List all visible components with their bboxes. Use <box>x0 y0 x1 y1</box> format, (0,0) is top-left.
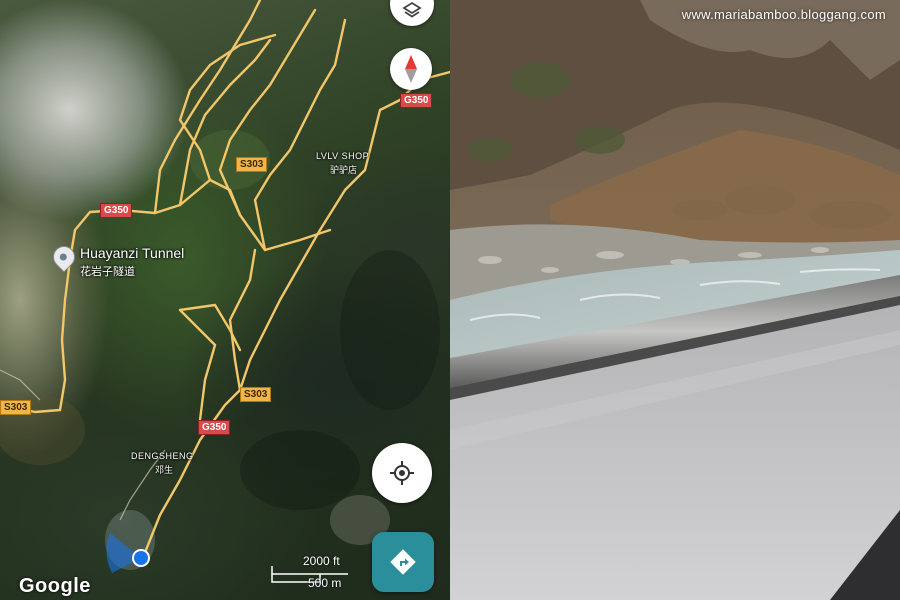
layers-icon <box>402 1 422 18</box>
directions-button[interactable] <box>372 532 434 592</box>
watermark-text: www.mariabamboo.bloggang.com <box>681 7 886 22</box>
g350-shield: G350 <box>400 93 433 108</box>
tunnel-name-label[interactable]: Huayanzi Tunnel <box>80 245 184 261</box>
google-logo: Google <box>19 575 91 597</box>
road-network <box>0 0 450 570</box>
my-location-button[interactable] <box>372 443 432 503</box>
s303-shield: S303 <box>0 400 32 415</box>
compass-button[interactable] <box>390 48 432 90</box>
crosshair-icon <box>390 461 414 485</box>
tunnel-name-cn-label: 花岩子隧道 <box>80 266 135 278</box>
satellite-map[interactable]: G350 S303 G350 S303 S303 G350 Huayanzi T… <box>0 0 450 600</box>
scale-bar: 2000 ft 500 m <box>270 552 350 592</box>
roadside-photo: www.mariabamboo.bloggang.com <box>450 0 900 600</box>
directions-arrow-icon <box>390 549 416 575</box>
user-location <box>102 528 162 578</box>
scale-imperial-label: 2000 ft <box>303 554 340 568</box>
village-name-cn-label: 邓生 <box>155 465 174 475</box>
scale-metric-label: 500 m <box>308 576 342 590</box>
blue-dot-icon <box>106 533 150 573</box>
s303-shield: S303 <box>236 157 268 172</box>
s303-shield: S303 <box>240 387 272 402</box>
river-valley-scene <box>450 0 900 600</box>
shop-name-label[interactable]: LVLV SHOP <box>316 151 369 161</box>
shop-name-cn-label: 驴驴店 <box>330 165 358 175</box>
village-name-label[interactable]: DENGSHENG <box>131 451 194 461</box>
g350-shield: G350 <box>100 203 133 218</box>
g350-shield: G350 <box>198 420 231 435</box>
compass-icon <box>405 55 417 83</box>
